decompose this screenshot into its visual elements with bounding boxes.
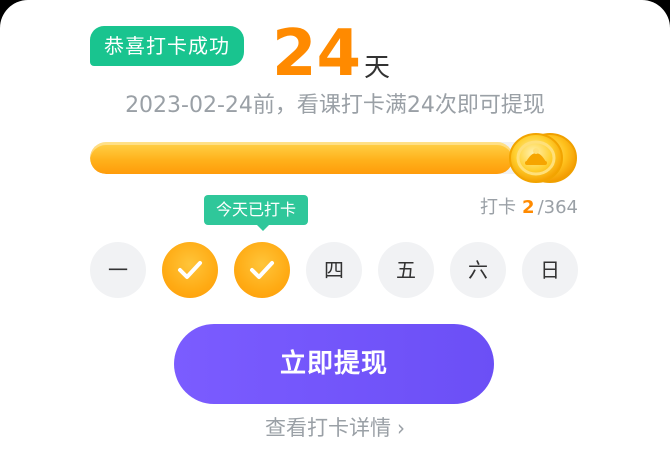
today-checked-tooltip: 今天已打卡 [204,195,309,225]
weekday: 日 [522,242,578,298]
weekday-label: 日 [540,258,560,282]
tooltip-arrow [257,225,269,231]
weekday: 五 [378,242,434,298]
coin-icon [500,130,580,186]
check-icon [250,261,274,279]
streak-days-unit: 天 [364,53,391,83]
weekday-label: 四 [324,258,344,282]
weekday: 一 [90,242,146,298]
weekday-checked [162,242,218,298]
weekday-label: 一 [108,258,128,282]
checkin-count-prefix: 打卡 [480,197,517,218]
view-checkin-details-label: 查看打卡详情 [265,416,391,440]
weekday-label: 五 [396,258,416,282]
weekday-row: 一四五六日 [90,242,580,298]
weekday: 六 [450,242,506,298]
checkin-count: 打卡 2/364 [480,194,578,222]
chevron-right-icon: › [397,414,405,442]
check-icon [178,261,202,279]
checkin-count-total: 364 [543,197,578,218]
checkin-count-current: 2 [522,197,535,218]
withdraw-condition-text: 2023-02-24前，看课打卡满24次即可提现 [125,93,545,118]
weekday-checked [234,242,290,298]
checkin-progress-fill [90,142,513,174]
withdraw-now-button[interactable]: 立即提现 [174,324,494,404]
checkin-card: 恭喜打卡成功 24 天 2023-02-24前，看课打卡满24次即可提现 打卡 … [0,0,670,460]
view-checkin-details-link[interactable]: 查看打卡详情 › [0,410,670,446]
streak-days: 24 [272,17,362,91]
weekday-label: 六 [468,258,488,282]
checkin-progress-bar [90,142,560,174]
weekday: 四 [306,242,362,298]
success-badge: 恭喜打卡成功 [90,26,244,66]
